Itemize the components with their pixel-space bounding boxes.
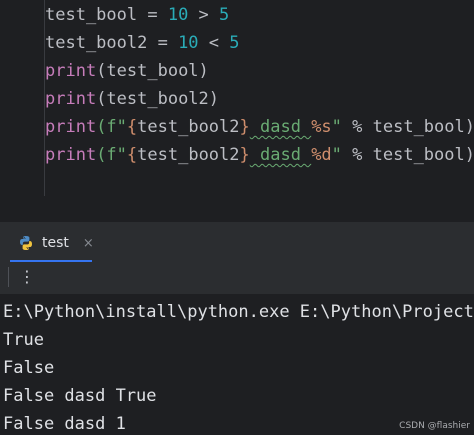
string-literal: dasd [249, 145, 312, 165]
console-line: False [3, 358, 55, 378]
fstring-brace: { [126, 117, 138, 137]
run-tool-window: test × ⋮ E:\Python\install\python.exe E:… [0, 221, 474, 435]
code-line-6[interactable]: print(f"{test_bool2} dasd %d" % test_boo… [45, 141, 474, 169]
console-line: E:\Python\install\python.exe E:\Python\P… [3, 302, 474, 322]
number-literal: 10 [167, 5, 189, 25]
number-literal: 5 [219, 5, 230, 25]
watermark: CSDN @flashier [399, 421, 470, 431]
code-line-3[interactable]: print(test_bool) [45, 57, 209, 85]
code-line-5[interactable]: print(f"{test_bool2} dasd %s" % test_boo… [45, 113, 474, 141]
builtin-function: print [45, 145, 97, 165]
string-literal: dasd [249, 117, 312, 137]
kebab-menu-icon[interactable]: ⋮ [19, 266, 35, 288]
number-literal: 5 [229, 33, 240, 53]
code-line-4[interactable]: print(test_bool2) [45, 85, 219, 113]
fstring-brace: } [239, 117, 250, 137]
fstring-brace: { [126, 145, 138, 165]
fstring-variable: test_bool2 [137, 145, 240, 165]
code-text: (test_bool) [96, 61, 209, 81]
operator: < [198, 33, 230, 53]
code-text: % test_bool) [341, 145, 474, 165]
run-tab-test[interactable]: test × [10, 228, 102, 258]
console-line: True [3, 330, 44, 350]
code-text: (test_bool2) [96, 89, 220, 109]
toolbar-divider [8, 267, 9, 287]
python-icon [20, 236, 32, 250]
string-close: " [331, 117, 342, 137]
code-text: test_bool2 = [45, 33, 179, 53]
close-icon[interactable]: × [83, 236, 94, 251]
string-open: (f" [96, 117, 127, 137]
code-line-2[interactable]: test_bool2 = 10 < 5 [45, 29, 240, 57]
console-line: False dasd 1 [3, 414, 126, 434]
code-editor[interactable]: test_bool = 10 > 5 test_bool2 = 10 < 5 p… [0, 0, 474, 221]
code-text: % test_bool) [341, 117, 474, 137]
run-tab-bar: test × [0, 222, 474, 262]
format-specifier: %s [311, 117, 332, 137]
code-line-1[interactable]: test_bool = 10 > 5 [45, 1, 229, 29]
format-specifier: %d [311, 145, 332, 165]
operator: > [188, 5, 220, 25]
run-toolbar: ⋮ [0, 262, 474, 292]
builtin-function: print [45, 117, 97, 137]
string-open: (f" [96, 145, 127, 165]
console-output[interactable]: E:\Python\install\python.exe E:\Python\P… [0, 294, 474, 435]
builtin-function: print [45, 61, 97, 81]
number-literal: 10 [178, 33, 199, 53]
console-line: False dasd True [3, 386, 157, 406]
string-close: " [331, 145, 342, 165]
builtin-function: print [45, 89, 97, 109]
fstring-brace: } [239, 145, 250, 165]
run-tab-label: test [42, 235, 69, 251]
code-text: test_bool = [45, 5, 168, 25]
fstring-variable: test_bool2 [137, 117, 240, 137]
